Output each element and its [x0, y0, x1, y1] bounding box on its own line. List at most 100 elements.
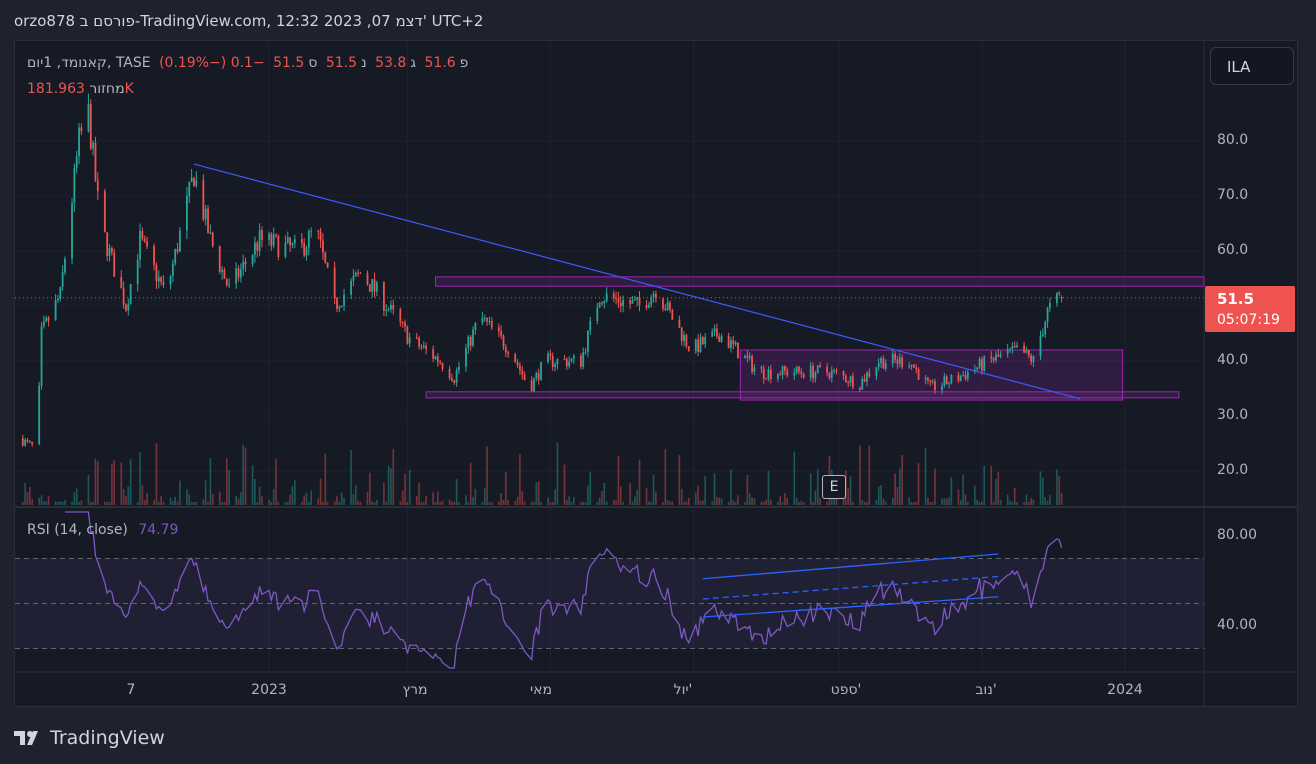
- candle-body: [565, 359, 568, 367]
- candle: [176, 242, 179, 255]
- candle: [737, 342, 739, 359]
- candle: [404, 319, 406, 332]
- candle-body: [125, 304, 127, 311]
- volume-bar: [687, 497, 690, 505]
- candle: [1060, 295, 1063, 303]
- candle-body: [139, 230, 141, 260]
- volume-bar: [680, 488, 683, 505]
- candle: [352, 269, 355, 287]
- candle: [1048, 297, 1051, 313]
- volume-bar: [568, 496, 570, 505]
- candle-body: [176, 248, 179, 252]
- volume-bar: [535, 482, 538, 505]
- candle: [120, 270, 123, 289]
- candle-body: [636, 297, 639, 300]
- volume-bar: [486, 446, 488, 505]
- volume-bar: [533, 501, 535, 505]
- candle-body: [784, 365, 786, 371]
- candle: [1013, 341, 1016, 348]
- candle-body: [809, 365, 812, 378]
- candle-body: [1041, 334, 1044, 337]
- volume-bar: [162, 501, 165, 505]
- candle: [619, 296, 622, 313]
- price-tick: 20.0: [1217, 462, 1249, 478]
- candle: [458, 361, 460, 375]
- volume-bar: [472, 497, 474, 505]
- candle-body: [685, 334, 688, 347]
- volume-bar: [727, 501, 730, 505]
- high-value: 53.8: [375, 55, 407, 71]
- volume-bar: [455, 479, 458, 505]
- volume-bar: [366, 491, 369, 505]
- volume-bar: [120, 462, 123, 505]
- volume-bar: [357, 500, 359, 505]
- candle-body: [336, 297, 338, 309]
- candle: [556, 358, 559, 370]
- volume-bar: [992, 501, 995, 505]
- candle: [28, 440, 31, 444]
- volume-bar: [1025, 494, 1028, 505]
- candle: [87, 93, 90, 133]
- candle: [715, 323, 718, 339]
- candle: [718, 333, 721, 342]
- currency-button[interactable]: ILA: [1210, 47, 1294, 85]
- volume-bar: [390, 468, 392, 505]
- candle-body: [781, 365, 784, 376]
- candle: [275, 233, 277, 239]
- candle-body: [94, 142, 97, 181]
- volume-bar: [223, 502, 226, 505]
- volume-bar: [880, 484, 882, 505]
- volume-bar: [190, 501, 193, 505]
- volume-bar: [814, 490, 817, 505]
- volume-bar: [863, 501, 866, 505]
- candle: [310, 227, 313, 238]
- candle: [432, 345, 435, 363]
- candle-body: [441, 362, 444, 369]
- candle: [598, 301, 601, 309]
- candle-body: [880, 358, 882, 363]
- candle-body: [160, 277, 163, 282]
- candle: [422, 341, 425, 349]
- volume-bar: [934, 468, 936, 505]
- open-value: 51.6: [424, 55, 456, 71]
- candle: [516, 359, 519, 369]
- candle-body: [467, 336, 470, 348]
- candle-body: [603, 301, 606, 304]
- candle: [169, 274, 172, 290]
- chart-canvas[interactable]: [0, 0, 1316, 764]
- candle: [277, 234, 280, 261]
- volume-bar: [268, 499, 270, 505]
- candle: [535, 371, 538, 382]
- candle: [408, 332, 411, 348]
- range-box: [739, 349, 1124, 401]
- candle: [303, 237, 306, 258]
- candle-body: [983, 356, 986, 371]
- volume-bar: [1009, 500, 1011, 505]
- tradingview-logo[interactable]: TradingView: [14, 727, 165, 749]
- candle-body: [868, 372, 871, 376]
- candle-body: [103, 191, 106, 233]
- candle-body: [814, 372, 817, 379]
- candle: [162, 275, 165, 288]
- volume-bar: [498, 501, 500, 505]
- time-tick: 2024: [1107, 682, 1143, 698]
- candle-body: [75, 156, 78, 169]
- volume-bar: [748, 493, 751, 505]
- candle-body: [383, 282, 385, 311]
- volume-bar: [636, 490, 638, 505]
- candle-body: [882, 358, 885, 369]
- candle-body: [966, 371, 969, 379]
- volume-bar: [798, 501, 800, 505]
- volume-bar: [802, 501, 805, 505]
- earnings-event-marker[interactable]: E: [822, 475, 846, 499]
- candle-body: [697, 339, 700, 353]
- volume-bar: [638, 459, 641, 505]
- candle: [533, 377, 535, 393]
- volume-bar: [793, 451, 796, 505]
- candle: [235, 262, 238, 289]
- volume-bar: [908, 497, 910, 505]
- candle: [305, 245, 308, 261]
- candle: [448, 365, 451, 381]
- candle: [211, 231, 214, 248]
- candle-body: [999, 354, 1002, 357]
